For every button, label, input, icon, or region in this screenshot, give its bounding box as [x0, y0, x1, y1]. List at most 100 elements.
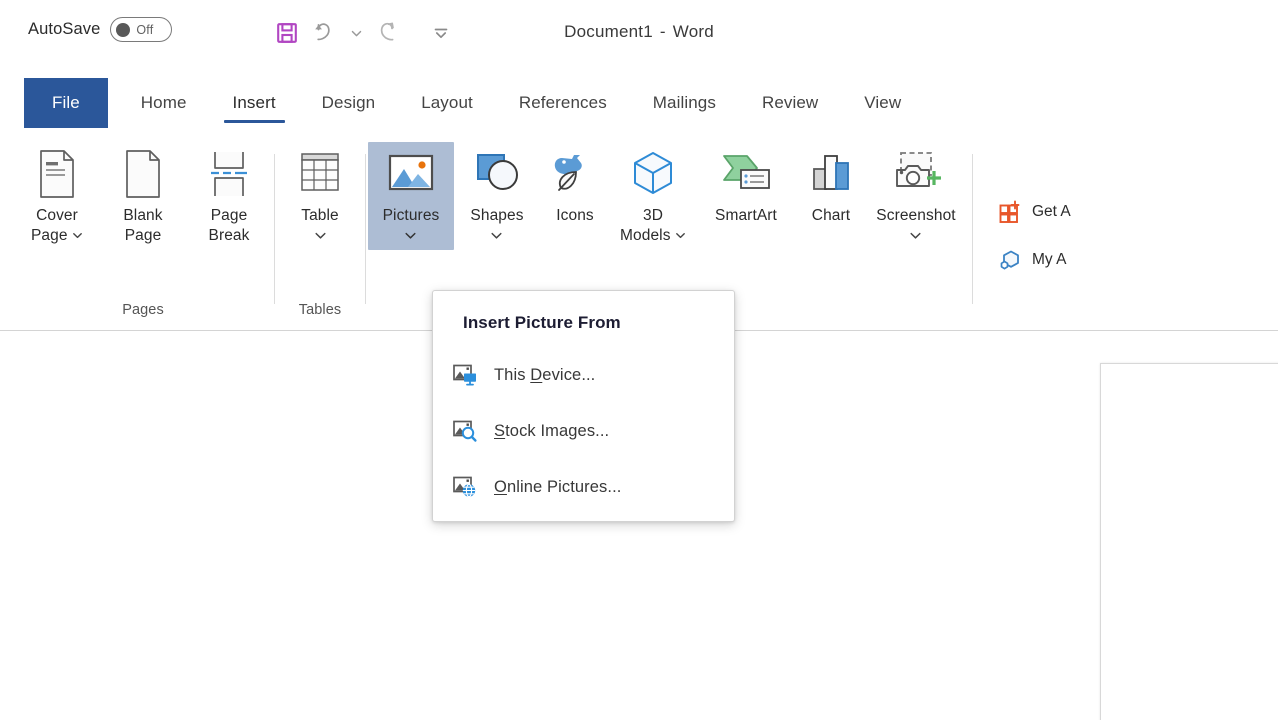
app-name: Word [672, 22, 714, 41]
chart-button[interactable]: Chart [796, 142, 866, 230]
group-separator [274, 154, 275, 304]
autosave-label: AutoSave [28, 20, 101, 38]
smartart-button[interactable]: SmartArt [696, 142, 796, 230]
my-addins-label: My A [1032, 251, 1067, 268]
autosave-control[interactable]: AutoSave Off [28, 17, 173, 42]
document-page[interactable] [1100, 363, 1278, 720]
smartart-icon [717, 146, 775, 202]
get-addins-button[interactable]: Get A [991, 197, 1077, 227]
tab-insert[interactable]: Insert [210, 78, 299, 128]
menu-header: Insert Picture From [463, 313, 621, 332]
quick-access-toolbar [268, 14, 460, 52]
group-separator [972, 154, 973, 304]
customize-qat-button[interactable] [422, 14, 460, 52]
my-addins-button[interactable]: My A [991, 245, 1077, 275]
picture-online-icon [452, 474, 478, 500]
tab-file-label: File [52, 93, 80, 112]
get-addins-icon [997, 199, 1023, 225]
get-addins-label: Get A [1032, 203, 1071, 220]
cover-page-button[interactable]: Cover Page [14, 142, 100, 250]
shapes-label: Shapes [470, 206, 523, 246]
chart-icon [805, 146, 857, 202]
blank-page-label: Blank Page [123, 207, 163, 244]
blank-page-icon [122, 146, 164, 202]
chevron-down-icon [676, 233, 685, 239]
tab-review[interactable]: Review [739, 78, 841, 128]
document-name: Document1 [564, 22, 653, 41]
chevron-down-icon [405, 233, 417, 239]
picture-device-icon [452, 362, 478, 388]
tab-references[interactable]: References [496, 78, 630, 128]
chevron-down-icon [314, 233, 326, 239]
table-icon [296, 146, 344, 202]
undo-icon [315, 23, 330, 41]
redo-icon [380, 22, 394, 41]
pictures-button[interactable]: Pictures [368, 142, 454, 250]
pictures-label: Pictures [383, 206, 440, 246]
toggle-knob [116, 22, 131, 37]
title-bar: AutoSave Off Document1 - Word [0, 0, 1278, 72]
my-addins-icon [997, 247, 1023, 273]
word-window: AutoSave Off Document1 - Word File Home … [0, 0, 1278, 720]
page-break-button[interactable]: Page Break [186, 142, 272, 250]
ribbon-group-tables: Table Tables [277, 128, 363, 330]
autosave-toggle[interactable]: Off [110, 17, 173, 42]
autosave-state-label: Off [136, 22, 154, 37]
tab-references-label: References [518, 93, 607, 112]
cover-page-label: Cover Page [31, 206, 83, 246]
tab-view-label: View [864, 93, 902, 112]
tab-design-label: Design [321, 93, 376, 112]
page-break-icon [207, 146, 251, 202]
chevron-down-icon [351, 30, 361, 36]
picture-stock-icon [452, 418, 478, 444]
tab-layout[interactable]: Layout [398, 78, 496, 128]
ribbon-group-addins: Get A My A [975, 128, 1077, 330]
tab-file[interactable]: File [24, 78, 108, 128]
chevron-down-icon [910, 233, 922, 239]
icons-button[interactable]: Icons [540, 142, 610, 230]
tab-layout-label: Layout [421, 93, 473, 112]
cover-page-icon [36, 146, 78, 202]
tab-view[interactable]: View [841, 78, 924, 128]
pictures-icon [384, 146, 438, 202]
screenshot-icon [887, 146, 945, 202]
shapes-icon [470, 146, 524, 202]
save-button[interactable] [268, 14, 306, 52]
tab-design[interactable]: Design [299, 78, 399, 128]
icons-icon [548, 146, 602, 202]
screenshot-button[interactable]: Screenshot [866, 142, 966, 250]
3d-models-label: 3D Models [620, 206, 686, 246]
tab-home-label: Home [140, 93, 187, 112]
group-label-tables: Tables [298, 302, 342, 318]
menu-item-list: This Device... Stock Images... Online Pi… [433, 337, 734, 515]
menu-item-online-pictures[interactable]: Online Pictures... [433, 459, 734, 515]
icons-label: Icons [556, 207, 594, 224]
insert-picture-menu: Insert Picture From This Device... Stock… [432, 290, 735, 522]
tab-review-label: Review [761, 93, 819, 112]
screenshot-label: Screenshot [876, 206, 956, 246]
table-label: Table [301, 206, 339, 246]
tab-mailings-label: Mailings [652, 93, 716, 112]
blank-page-button[interactable]: Blank Page [100, 142, 186, 250]
ribbon-group-pages: Cover Page Blank Page Page Break Pages [0, 128, 272, 330]
tab-home[interactable]: Home [118, 78, 210, 128]
shapes-button[interactable]: Shapes [454, 142, 540, 250]
group-separator [365, 154, 366, 304]
ribbon-tab-strip: File Home Insert Design Layout Reference… [0, 78, 1278, 128]
tab-mailings[interactable]: Mailings [630, 78, 739, 128]
overflow-chevron-icon [434, 28, 448, 39]
group-label-pages: Pages [122, 302, 164, 318]
save-icon [277, 23, 297, 43]
table-button[interactable]: Table [277, 142, 363, 250]
3d-models-button[interactable]: 3D Models [610, 142, 696, 250]
menu-item-this-device[interactable]: This Device... [433, 347, 734, 403]
chart-label: Chart [811, 207, 851, 224]
document-title: Document1- Word [0, 22, 1278, 42]
smartart-label: SmartArt [715, 207, 777, 224]
chevron-down-icon [491, 233, 503, 239]
menu-item-stock-images-label: Stock Images... [494, 421, 610, 440]
menu-item-stock-images[interactable]: Stock Images... [433, 403, 734, 459]
undo-button[interactable] [306, 14, 344, 52]
undo-dropdown-button[interactable] [344, 14, 368, 52]
redo-button[interactable] [368, 14, 406, 52]
